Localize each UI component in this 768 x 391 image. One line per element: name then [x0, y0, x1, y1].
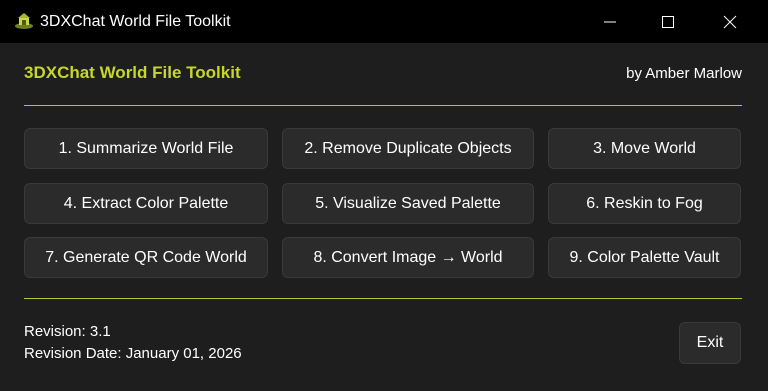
- maximize-icon: [662, 15, 674, 28]
- divider-bottom: [24, 298, 742, 299]
- page-title: 3DXChat World File Toolkit: [24, 63, 241, 82]
- maximize-button[interactable]: [645, 0, 691, 43]
- color-palette-vault-button[interactable]: 9. Color Palette Vault: [548, 237, 741, 278]
- generate-qr-code-world-button[interactable]: 7. Generate QR Code World: [24, 237, 268, 278]
- move-world-button[interactable]: 3. Move World: [548, 128, 741, 169]
- revision-label: Revision: 3.1: [24, 323, 111, 340]
- close-button[interactable]: [707, 0, 753, 43]
- extract-color-palette-button[interactable]: 4. Extract Color Palette: [24, 183, 268, 224]
- toolkit-app-icon: [14, 11, 34, 31]
- visualize-saved-palette-button[interactable]: 5. Visualize Saved Palette: [282, 183, 534, 224]
- exit-button[interactable]: Exit: [679, 322, 741, 364]
- author-credit: by Amber Marlow: [626, 65, 742, 82]
- close-icon: [723, 15, 737, 28]
- summarize-world-file-button[interactable]: 1. Summarize World File: [24, 128, 268, 169]
- window-title: 3DXChat World File Toolkit: [40, 13, 231, 30]
- title-bar[interactable]: 3DXChat World File Toolkit: [0, 0, 768, 43]
- main-panel: 3DXChat World File Toolkit by Amber Marl…: [0, 43, 768, 391]
- convert-image-to-world-button[interactable]: 8. Convert Image → World: [282, 237, 534, 278]
- minimize-button[interactable]: [587, 0, 633, 43]
- minimize-icon: [604, 21, 616, 22]
- reskin-to-fog-button[interactable]: 6. Reskin to Fog: [548, 183, 741, 224]
- remove-duplicate-objects-button[interactable]: 2. Remove Duplicate Objects: [282, 128, 534, 169]
- divider-top: [24, 105, 742, 106]
- revision-date-label: Revision Date: January 01, 2026: [24, 345, 242, 362]
